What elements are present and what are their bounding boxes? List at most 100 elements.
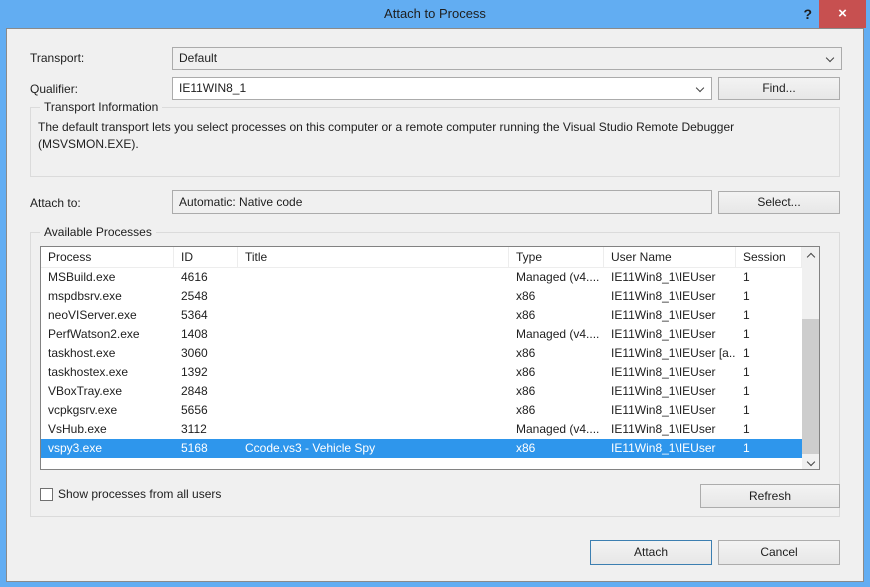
cell-process: MSBuild.exe (41, 268, 174, 287)
cell-id: 1408 (174, 325, 238, 344)
cell-session: 1 (736, 401, 802, 420)
cell-title (238, 382, 509, 401)
cell-process: neoVIServer.exe (41, 306, 174, 325)
refresh-button[interactable]: Refresh (700, 484, 840, 508)
close-button[interactable]: × (819, 0, 866, 28)
select-button[interactable]: Select... (718, 191, 840, 214)
process-row[interactable]: MSBuild.exe 4616 Managed (v4.... IE11Win… (41, 268, 802, 287)
process-row[interactable]: neoVIServer.exe 5364 x86 IE11Win8_1\IEUs… (41, 306, 802, 325)
cell-title: Ccode.vs3 - Vehicle Spy (238, 439, 509, 458)
cell-title (238, 420, 509, 439)
qualifier-label: Qualifier: (30, 82, 78, 96)
cell-title (238, 363, 509, 382)
cell-type: Managed (v4.... (509, 268, 604, 287)
cell-id: 1392 (174, 363, 238, 382)
titlebar[interactable]: Attach to Process ? × (0, 0, 870, 28)
transport-info-legend: Transport Information (40, 100, 162, 114)
show-all-users-row: Show processes from all users (40, 487, 221, 501)
process-row[interactable]: mspdbsrv.exe 2548 x86 IE11Win8_1\IEUser … (41, 287, 802, 306)
cell-id: 2848 (174, 382, 238, 401)
process-row[interactable]: vcpkgsrv.exe 5656 x86 IE11Win8_1\IEUser … (41, 401, 802, 420)
close-icon: × (838, 5, 847, 22)
cell-id: 3112 (174, 420, 238, 439)
attach-button[interactable]: Attach (590, 540, 712, 565)
process-row[interactable]: VBoxTray.exe 2848 x86 IE11Win8_1\IEUser … (41, 382, 802, 401)
cell-username: IE11Win8_1\IEUser (604, 268, 736, 287)
cell-process: vspy3.exe (41, 439, 174, 458)
cell-session: 1 (736, 439, 802, 458)
cell-process: VsHub.exe (41, 420, 174, 439)
cell-username: IE11Win8_1\IEUser (604, 439, 736, 458)
column-header-session[interactable]: Session (736, 247, 802, 267)
process-row[interactable]: taskhost.exe 3060 x86 IE11Win8_1\IEUser … (41, 344, 802, 363)
cell-title (238, 306, 509, 325)
scroll-down-icon[interactable] (802, 452, 819, 469)
cell-session: 1 (736, 306, 802, 325)
scroll-up-icon[interactable] (802, 247, 819, 264)
cell-type: Managed (v4.... (509, 420, 604, 439)
cell-process: taskhost.exe (41, 344, 174, 363)
cell-session: 1 (736, 268, 802, 287)
process-row[interactable]: vspy3.exe 5168 Ccode.vs3 - Vehicle Spy x… (41, 439, 802, 458)
column-header-username[interactable]: User Name (604, 247, 736, 267)
cell-title (238, 287, 509, 306)
cell-type: Managed (v4.... (509, 325, 604, 344)
scrollbar-thumb[interactable] (802, 319, 819, 454)
cell-username: IE11Win8_1\IEUser [a... (604, 344, 736, 363)
chevron-down-icon (696, 84, 704, 92)
cell-process: vcpkgsrv.exe (41, 401, 174, 420)
cell-username: IE11Win8_1\IEUser (604, 401, 736, 420)
cell-id: 5168 (174, 439, 238, 458)
cell-type: x86 (509, 401, 604, 420)
transport-label: Transport: (30, 51, 84, 65)
transport-select[interactable]: Default (172, 47, 842, 70)
vertical-scrollbar[interactable] (802, 247, 819, 469)
help-icon[interactable]: ? (803, 0, 812, 28)
cell-process: taskhostex.exe (41, 363, 174, 382)
attach-to-field[interactable]: Automatic: Native code (172, 190, 712, 214)
cell-session: 1 (736, 325, 802, 344)
cell-session: 1 (736, 287, 802, 306)
cell-session: 1 (736, 382, 802, 401)
cell-username: IE11Win8_1\IEUser (604, 363, 736, 382)
find-button[interactable]: Find... (718, 77, 840, 100)
column-header-type[interactable]: Type (509, 247, 604, 267)
process-row[interactable]: taskhostex.exe 1392 x86 IE11Win8_1\IEUse… (41, 363, 802, 382)
attach-to-process-dialog: { "window": { "title": "Attach to Proces… (0, 0, 870, 587)
cell-title (238, 268, 509, 287)
column-header-title[interactable]: Title (238, 247, 509, 267)
column-header-process[interactable]: Process (41, 247, 174, 267)
cell-id: 5656 (174, 401, 238, 420)
cell-username: IE11Win8_1\IEUser (604, 306, 736, 325)
process-list: Process ID Title Type User Name Session … (40, 246, 820, 470)
process-list-header: Process ID Title Type User Name Session (41, 247, 802, 268)
cell-username: IE11Win8_1\IEUser (604, 287, 736, 306)
cell-type: x86 (509, 306, 604, 325)
cell-username: IE11Win8_1\IEUser (604, 325, 736, 344)
cancel-button[interactable]: Cancel (718, 540, 840, 565)
dialog-title: Attach to Process (0, 0, 870, 28)
cell-id: 3060 (174, 344, 238, 363)
cell-id: 5364 (174, 306, 238, 325)
cell-type: x86 (509, 344, 604, 363)
cell-title (238, 325, 509, 344)
show-all-users-label: Show processes from all users (58, 487, 221, 501)
qualifier-combobox[interactable]: IE11WIN8_1 (172, 77, 712, 100)
process-list-inner: Process ID Title Type User Name Session … (41, 247, 802, 469)
cell-session: 1 (736, 363, 802, 382)
cell-username: IE11Win8_1\IEUser (604, 420, 736, 439)
cell-session: 1 (736, 344, 802, 363)
cell-id: 4616 (174, 268, 238, 287)
process-row[interactable]: VsHub.exe 3112 Managed (v4.... IE11Win8_… (41, 420, 802, 439)
attach-to-label: Attach to: (30, 196, 81, 210)
column-header-id[interactable]: ID (174, 247, 238, 267)
cell-id: 2548 (174, 287, 238, 306)
available-processes-legend: Available Processes (40, 225, 156, 239)
cell-title (238, 344, 509, 363)
transport-value: Default (179, 51, 217, 65)
cell-process: VBoxTray.exe (41, 382, 174, 401)
cell-title (238, 401, 509, 420)
show-all-users-checkbox[interactable] (40, 488, 53, 501)
cell-username: IE11Win8_1\IEUser (604, 382, 736, 401)
process-row[interactable]: PerfWatson2.exe 1408 Managed (v4.... IE1… (41, 325, 802, 344)
